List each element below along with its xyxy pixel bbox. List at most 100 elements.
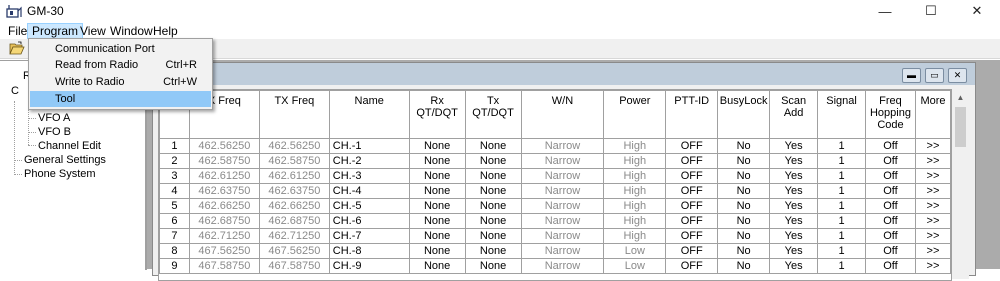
header-busylock[interactable]: BusyLock xyxy=(717,90,771,139)
close-button[interactable]: ✕ xyxy=(954,0,1000,22)
cell-power[interactable]: High xyxy=(603,183,667,199)
cell-name[interactable]: CH.-4 xyxy=(328,183,410,199)
cell-row-number[interactable]: 2 xyxy=(159,153,190,169)
cell-rx-qt[interactable]: None xyxy=(408,258,466,274)
header-wn[interactable]: W/N xyxy=(520,90,605,139)
cell-signal[interactable]: 1 xyxy=(817,183,866,199)
cell-tx-freq[interactable]: 462.71250 xyxy=(258,228,330,244)
table-row[interactable]: 1 462.56250 462.56250 CH.-1 None None Narrow Hi… xyxy=(159,138,951,154)
cell-row-number[interactable]: 1 xyxy=(159,138,190,154)
menu-view[interactable]: View xyxy=(76,24,110,39)
cell-more[interactable]: >> xyxy=(914,258,951,274)
cell-scan-add[interactable]: Yes xyxy=(769,138,819,154)
menu-item-write-to-radio[interactable]: Write to Radio Ctrl+W xyxy=(30,74,211,90)
cell-power[interactable]: High xyxy=(603,228,667,244)
cell-power[interactable]: High xyxy=(603,198,667,214)
cell-rx-freq[interactable]: 462.66250 xyxy=(188,198,260,214)
table-row[interactable]: 2 462.58750 462.58750 CH.-2 None None Narrow Hi… xyxy=(159,153,951,169)
header-tx-qt[interactable]: Tx QT/DQT xyxy=(464,90,522,139)
cell-ptt-id[interactable]: OFF xyxy=(665,183,719,199)
cell-wn[interactable]: Narrow xyxy=(520,153,605,169)
cell-more[interactable]: >> xyxy=(914,198,951,214)
cell-tx-freq[interactable]: 462.66250 xyxy=(258,198,330,214)
menu-program[interactable]: Program xyxy=(27,23,84,39)
cell-wn[interactable]: Narrow xyxy=(520,168,605,184)
table-row[interactable]: 5 462.66250 462.66250 CH.-5 None None Narrow Hi… xyxy=(159,198,951,214)
header-name[interactable]: Name xyxy=(328,90,410,139)
cell-tx-freq[interactable]: 462.61250 xyxy=(258,168,330,184)
cell-tx-qt[interactable]: None xyxy=(464,183,522,199)
cell-name[interactable]: CH.-7 xyxy=(328,228,410,244)
cell-row-number[interactable]: 3 xyxy=(159,168,190,184)
menu-help[interactable]: Help xyxy=(149,24,182,39)
cell-tx-freq[interactable]: 462.63750 xyxy=(258,183,330,199)
cell-freq-hopping-code[interactable]: Off xyxy=(865,228,916,244)
cell-rx-freq[interactable]: 462.68750 xyxy=(188,213,260,229)
cell-wn[interactable]: Narrow xyxy=(520,243,605,259)
cell-scan-add[interactable]: Yes xyxy=(769,198,819,214)
cell-wn[interactable]: Narrow xyxy=(520,228,605,244)
cell-tx-qt[interactable]: None xyxy=(464,153,522,169)
cell-power[interactable]: High xyxy=(603,168,667,184)
cell-tx-freq[interactable]: 462.56250 xyxy=(258,138,330,154)
cell-rx-qt[interactable]: None xyxy=(408,243,466,259)
cell-rx-qt[interactable]: None xyxy=(408,198,466,214)
cell-freq-hopping-code[interactable]: Off xyxy=(865,168,916,184)
cell-power[interactable]: High xyxy=(603,213,667,229)
cell-ptt-id[interactable]: OFF xyxy=(665,168,719,184)
cell-rx-qt[interactable]: None xyxy=(408,153,466,169)
table-row[interactable]: 3 462.61250 462.61250 CH.-3 None None Narrow Hi… xyxy=(159,168,951,184)
header-freq-hopping-code[interactable]: Freq Hopping Code xyxy=(865,90,916,139)
child-close-button[interactable]: ✕ xyxy=(948,68,967,83)
cell-busylock[interactable]: No xyxy=(717,213,771,229)
cell-tx-qt[interactable]: None xyxy=(464,258,522,274)
cell-scan-add[interactable]: Yes xyxy=(769,153,819,169)
cell-freq-hopping-code[interactable]: Off xyxy=(865,198,916,214)
cell-rx-qt[interactable]: None xyxy=(408,183,466,199)
cell-power[interactable]: High xyxy=(603,153,667,169)
tree-item-vfo-a[interactable]: VFO A xyxy=(38,112,70,124)
cell-freq-hopping-code[interactable]: Off xyxy=(865,153,916,169)
cell-wn[interactable]: Narrow xyxy=(520,213,605,229)
cell-name[interactable]: CH.-8 xyxy=(328,243,410,259)
header-rx-qt[interactable]: Rx QT/DQT xyxy=(408,90,466,139)
header-power[interactable]: Power xyxy=(603,90,667,139)
cell-signal[interactable]: 1 xyxy=(817,213,866,229)
cell-tx-qt[interactable]: None xyxy=(464,138,522,154)
cell-wn[interactable]: Narrow xyxy=(520,258,605,274)
table-row[interactable]: 9 467.58750 467.58750 CH.-9 None None Narrow Lo… xyxy=(159,258,951,274)
cell-scan-add[interactable]: Yes xyxy=(769,213,819,229)
cell-tx-qt[interactable]: None xyxy=(464,228,522,244)
cell-ptt-id[interactable]: OFF xyxy=(665,138,719,154)
cell-more[interactable]: >> xyxy=(914,138,951,154)
header-more[interactable]: More xyxy=(914,90,951,139)
cell-row-number[interactable]: 7 xyxy=(159,228,190,244)
cell-freq-hopping-code[interactable]: Off xyxy=(865,213,916,229)
cell-ptt-id[interactable]: OFF xyxy=(665,198,719,214)
tree-item-channel-edit[interactable]: Channel Edit xyxy=(38,140,101,152)
cell-row-number[interactable]: 6 xyxy=(159,213,190,229)
cell-power[interactable]: High xyxy=(603,138,667,154)
table-row[interactable]: 6 462.68750 462.68750 CH.-6 None None Narrow Hi… xyxy=(159,213,951,229)
scroll-up-arrow-icon[interactable]: ▲ xyxy=(952,89,969,106)
cell-busylock[interactable]: No xyxy=(717,228,771,244)
menu-item-communication-port[interactable]: Communication Port xyxy=(30,41,211,57)
cell-tx-freq[interactable]: 462.58750 xyxy=(258,153,330,169)
cell-name[interactable]: CH.-6 xyxy=(328,213,410,229)
cell-row-number[interactable]: 9 xyxy=(159,258,190,274)
cell-ptt-id[interactable]: OFF xyxy=(665,228,719,244)
cell-signal[interactable]: 1 xyxy=(817,153,866,169)
menu-item-tool[interactable]: Tool xyxy=(30,91,211,107)
tree-item-phone-system[interactable]: Phone System xyxy=(24,168,96,180)
cell-rx-freq[interactable]: 467.56250 xyxy=(188,243,260,259)
scrollbar-thumb[interactable] xyxy=(955,107,966,147)
cell-freq-hopping-code[interactable]: Off xyxy=(865,183,916,199)
header-signal[interactable]: Signal xyxy=(817,90,866,139)
cell-rx-qt[interactable]: None xyxy=(408,168,466,184)
cell-more[interactable]: >> xyxy=(914,183,951,199)
table-row[interactable]: 8 467.56250 467.56250 CH.-8 None None Narrow Lo… xyxy=(159,243,951,259)
cell-signal[interactable]: 1 xyxy=(817,198,866,214)
cell-rx-qt[interactable]: None xyxy=(408,138,466,154)
cell-ptt-id[interactable]: OFF xyxy=(665,153,719,169)
cell-busylock[interactable]: No xyxy=(717,138,771,154)
